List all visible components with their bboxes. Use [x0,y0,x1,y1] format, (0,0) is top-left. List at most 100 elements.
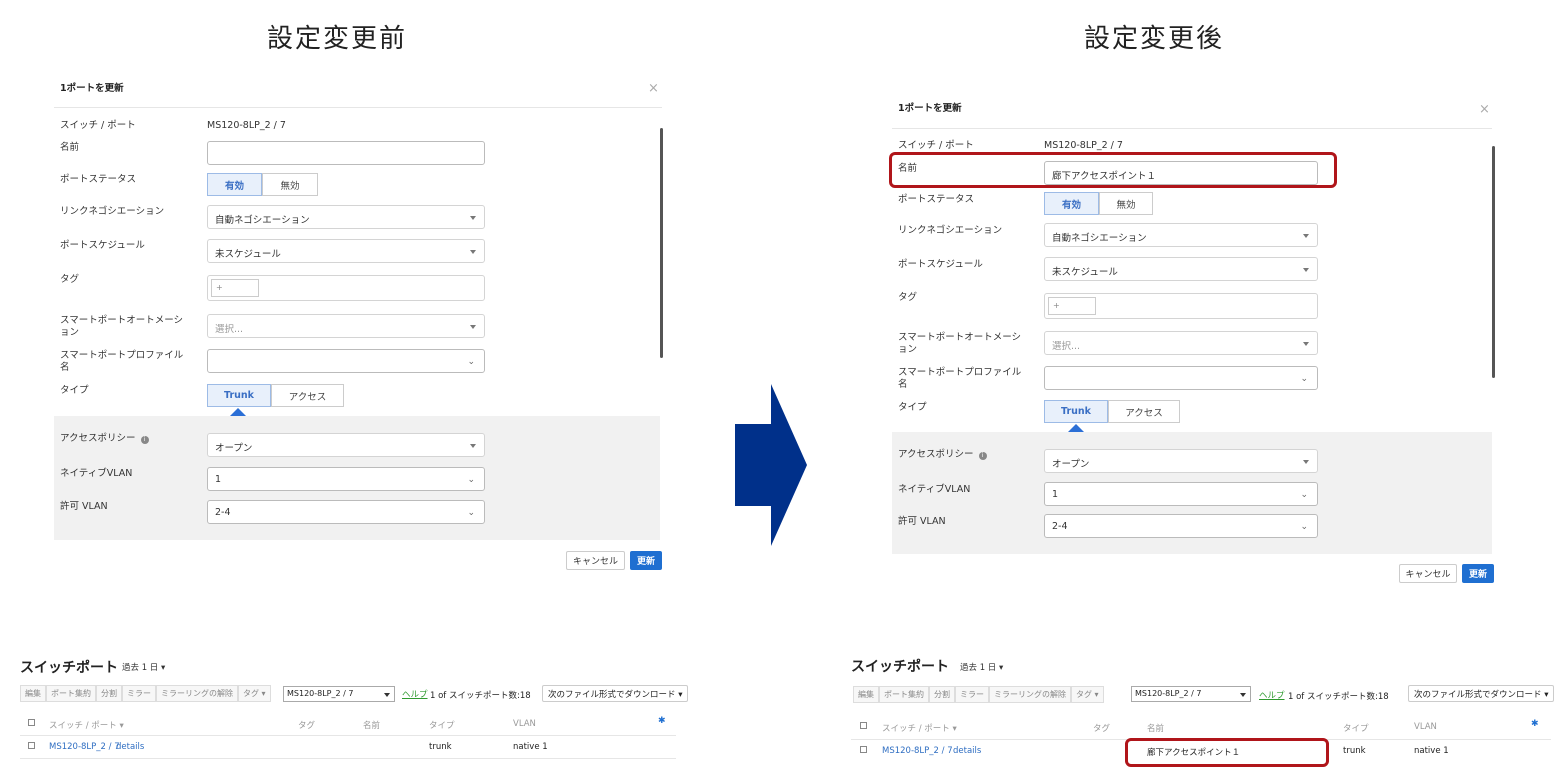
type-trunk-option[interactable]: Trunk [207,384,271,407]
port-status-toggle[interactable]: 有効 無効 [1044,192,1153,215]
label-line: 名 [60,362,70,373]
tag-add-input[interactable]: + [1048,297,1096,315]
info-icon[interactable]: i [978,452,987,460]
smart-profile-select[interactable]: ⌄ [207,349,485,373]
port-link[interactable]: MS120-8LP_2 / 7 [49,742,120,752]
tag-field[interactable]: + [207,275,485,301]
details-link[interactable]: details [116,742,144,752]
type-access-option[interactable]: アクセス [1108,400,1180,423]
header-name[interactable]: 名前 [363,719,380,731]
tag-add-input[interactable]: + [211,279,259,297]
edit-button[interactable]: 編集 [853,685,879,703]
status-disabled-option[interactable]: 無効 [1099,192,1153,215]
header-tag[interactable]: タグ [298,719,315,731]
port-filter-select[interactable]: MS120-8LP_2 / 7 [283,686,395,702]
mirror-button[interactable]: ミラー [955,685,989,703]
period-dropdown[interactable]: 過去 1 日 ▾ [122,661,165,673]
header-tag[interactable]: タグ [1093,722,1110,734]
allowed-vlan-select[interactable]: 2-4 ⌄ [1044,514,1318,538]
caret-down-icon [470,216,476,220]
split-button[interactable]: 分割 [929,685,955,703]
gear-icon[interactable]: ✱ [658,716,666,726]
cancel-button[interactable]: キャンセル [566,551,625,570]
type-toggle[interactable]: Trunk アクセス [207,384,344,407]
access-policy-select[interactable]: オープン [207,433,485,457]
switch-ports-title: スイッチポート [20,660,118,676]
update-button[interactable]: 更新 [630,551,662,570]
header-name[interactable]: 名前 [1147,722,1164,734]
cancel-button[interactable]: キャンセル [1399,564,1457,583]
aggregate-button[interactable]: ポート集約 [46,684,96,702]
toolbar: 編集 ポート集約 分割 ミラー ミラーリングの解除 タグ ▾ [20,684,271,702]
type-access-option[interactable]: アクセス [271,384,344,407]
label-allowed-vlan: 許可 VLAN [898,516,946,527]
port-filter-select[interactable]: MS120-8LP_2 / 7 [1131,686,1251,702]
header-vlan[interactable]: VLAN [513,719,536,729]
close-icon[interactable]: × [1479,102,1490,117]
name-input[interactable] [207,141,485,165]
type-trunk-option[interactable]: Trunk [1044,400,1108,423]
unmirror-button[interactable]: ミラーリングの解除 [156,684,238,702]
label-line: 名 [898,379,908,390]
aggregate-button[interactable]: ポート集約 [879,685,929,703]
link-negotiation-select[interactable]: 自動ネゴシエーション [207,205,485,229]
header-switch-port[interactable]: スイッチ / ポート ▾ [882,722,957,734]
select-all-checkbox[interactable] [28,719,35,726]
switch-port-value: MS120-8LP_2 / 7 [1044,140,1123,151]
highlight-name-field [889,152,1337,188]
access-policy-select[interactable]: オープン [1044,449,1318,473]
port-status-toggle[interactable]: 有効 無効 [207,173,318,196]
row-checkbox[interactable] [28,742,35,749]
gear-icon[interactable]: ✱ [1531,719,1539,729]
download-button[interactable]: 次のファイル形式でダウンロード ▾ [542,685,689,702]
label-type: タイプ [898,402,927,413]
download-button[interactable]: 次のファイル形式でダウンロード ▾ [1408,685,1555,702]
link-negotiation-select[interactable]: 自動ネゴシエーション [1044,223,1318,247]
header-type[interactable]: タイプ [429,719,455,731]
tag-menu-button[interactable]: タグ ▾ [238,684,271,702]
port-link[interactable]: MS120-8LP_2 / 7 [882,746,953,756]
smart-profile-select[interactable]: ⌄ [1044,366,1318,390]
help-link[interactable]: ヘルプ [1259,689,1285,701]
split-button[interactable]: 分割 [96,684,122,702]
divider [20,735,676,736]
edit-button[interactable]: 編集 [20,684,46,702]
type-toggle[interactable]: Trunk アクセス [1044,400,1180,423]
unmirror-button[interactable]: ミラーリングの解除 [989,685,1071,703]
info-icon[interactable]: i [140,436,149,444]
allowed-vlan-value: 2-4 [1052,521,1068,532]
label-name: 名前 [60,142,80,153]
tag-menu-button[interactable]: タグ ▾ [1071,685,1104,703]
tag-field[interactable]: + [1044,293,1318,319]
status-enabled-option[interactable]: 有効 [207,173,262,196]
label-smart-automation: スマートポートオートメーシ ョン [898,332,1021,356]
allowed-vlan-select[interactable]: 2-4 ⌄ [207,500,485,524]
close-icon[interactable]: × [648,81,659,96]
label-line: スマートポートプロファイル [898,367,1022,378]
chevron-down-icon: ⌄ [1300,522,1308,532]
native-vlan-select[interactable]: 1 ⌄ [1044,482,1318,506]
select-all-checkbox[interactable] [860,722,867,729]
port-schedule-select[interactable]: 未スケジュール [207,239,485,263]
scrollbar[interactable] [660,128,663,358]
smart-automation-select[interactable]: 選択... [207,314,485,338]
native-vlan-select[interactable]: 1 ⌄ [207,467,485,491]
details-link[interactable]: details [953,746,981,756]
header-type[interactable]: タイプ [1343,722,1369,734]
header-vlan[interactable]: VLAN [1414,722,1437,732]
update-button[interactable]: 更新 [1462,564,1494,583]
period-dropdown[interactable]: 過去 1 日 ▾ [960,661,1003,673]
status-enabled-option[interactable]: 有効 [1044,192,1099,215]
help-link[interactable]: ヘルプ [402,688,428,700]
mirror-button[interactable]: ミラー [122,684,156,702]
row-checkbox[interactable] [860,746,867,753]
port-schedule-select[interactable]: 未スケジュール [1044,257,1318,281]
smart-automation-select[interactable]: 選択... [1044,331,1318,355]
label-native-vlan: ネイティブVLAN [898,484,971,495]
trunk-settings-panel: アクセスポリシー i オープン ネイティブVLAN 1 ⌄ 許可 VLAN 2-… [54,416,660,540]
switch-port-value: MS120-8LP_2 / 7 [207,120,286,131]
header-switch-port[interactable]: スイッチ / ポート ▾ [49,719,124,731]
label-switch-port: スイッチ / ポート [898,140,974,151]
scrollbar[interactable] [1492,146,1495,378]
status-disabled-option[interactable]: 無効 [262,173,318,196]
